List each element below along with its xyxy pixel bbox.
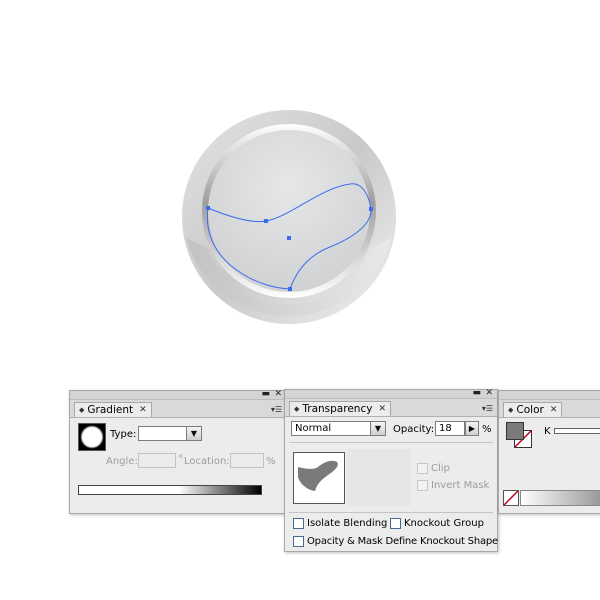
fill-stroke-swatches[interactable] bbox=[506, 422, 536, 452]
knockout-group-checkbox[interactable] bbox=[390, 518, 401, 529]
center-point[interactable] bbox=[287, 236, 291, 240]
gradient-panel: ▬ ✕ ◆ Gradient ✕ ▾☰ Type: ▼ Angle: ° Loc… bbox=[69, 390, 287, 514]
close-icon[interactable]: ✕ bbox=[274, 390, 282, 399]
fill-swatch[interactable] bbox=[506, 422, 524, 440]
transparency-tabbar: ◆ Transparency ✕ ▾☰ bbox=[285, 399, 497, 417]
clip-checkbox[interactable] bbox=[417, 463, 428, 474]
isolate-blending-label: Isolate Blending bbox=[307, 518, 388, 529]
gradient-swatch[interactable] bbox=[78, 423, 106, 451]
tab-transparency-label: Transparency bbox=[302, 403, 373, 415]
invert-mask-checkbox[interactable] bbox=[417, 480, 428, 491]
tab-transparency[interactable]: ◆ Transparency ✕ bbox=[289, 401, 391, 416]
glossy-button-artwork[interactable] bbox=[182, 110, 396, 324]
color-panel: ◆ Color ✕ K bbox=[498, 390, 600, 514]
location-label: Location: bbox=[184, 456, 230, 467]
gradient-type-select[interactable]: ▼ bbox=[138, 426, 202, 441]
anchor-point[interactable] bbox=[288, 287, 292, 291]
minimize-icon[interactable]: ▬ bbox=[472, 389, 481, 398]
close-tab-icon[interactable]: ✕ bbox=[139, 405, 147, 415]
chevron-right-icon[interactable]: ▶ bbox=[465, 421, 479, 436]
k-channel-slider[interactable] bbox=[554, 428, 600, 434]
tab-gradient-label: Gradient bbox=[87, 404, 134, 416]
gradient-slider-bar[interactable] bbox=[78, 485, 262, 495]
opacity-mask-knockout-label: Opacity & Mask Define Knockout Shape bbox=[307, 536, 498, 547]
angle-label: Angle: bbox=[106, 456, 138, 467]
divider bbox=[289, 442, 493, 443]
none-slash-icon bbox=[503, 490, 519, 506]
close-icon[interactable]: ✕ bbox=[485, 389, 493, 398]
anchor-point[interactable] bbox=[369, 207, 373, 211]
object-thumbnail[interactable] bbox=[293, 452, 345, 504]
blend-mode-select[interactable]: Normal ▼ bbox=[291, 421, 386, 436]
invert-mask-label: Invert Mask bbox=[431, 480, 490, 491]
color-tabbar: ◆ Color ✕ bbox=[499, 400, 600, 418]
blend-mode-value: Normal bbox=[295, 423, 332, 434]
chevron-down-icon[interactable]: ▼ bbox=[186, 427, 201, 440]
close-tab-icon[interactable]: ✕ bbox=[378, 404, 386, 414]
panel-menu-icon[interactable]: ▾☰ bbox=[482, 404, 493, 413]
clip-label: Clip bbox=[431, 463, 450, 474]
anchor-point[interactable] bbox=[264, 219, 268, 223]
minimize-icon[interactable]: ▬ bbox=[261, 390, 270, 399]
panel-title-strip[interactable]: ▬ ✕ bbox=[70, 390, 286, 400]
button-face bbox=[208, 130, 370, 292]
k-channel-label: K bbox=[544, 426, 551, 437]
chevron-down-icon[interactable]: ▼ bbox=[370, 422, 385, 435]
opacity-percent: % bbox=[482, 424, 492, 435]
transparency-panel: ▬ ✕ ◆ Transparency ✕ ▾☰ Normal ▼ Opacity… bbox=[284, 389, 498, 552]
angle-input[interactable] bbox=[138, 453, 176, 468]
opacity-value: 18 bbox=[439, 423, 452, 434]
panel-menu-icon[interactable]: ▾☰ bbox=[271, 405, 282, 414]
gradient-tabbar: ◆ Gradient ✕ ▾☰ bbox=[70, 400, 286, 418]
tab-color-label: Color bbox=[516, 404, 544, 416]
updown-arrows-icon: ◆ bbox=[508, 406, 514, 414]
opacity-label: Opacity: bbox=[393, 424, 435, 435]
opacity-mask-knockout-checkbox[interactable] bbox=[293, 536, 304, 547]
thumbnail-shape-icon bbox=[298, 460, 338, 491]
degree-symbol: ° bbox=[178, 454, 183, 465]
mask-thumbnail-area[interactable] bbox=[347, 449, 411, 506]
tab-gradient[interactable]: ◆ Gradient ✕ bbox=[74, 402, 152, 417]
none-color-swatch[interactable] bbox=[503, 490, 519, 506]
panel-title-strip[interactable]: ▬ ✕ bbox=[285, 389, 497, 399]
updown-arrows-icon: ◆ bbox=[294, 405, 300, 413]
color-spectrum-ramp[interactable] bbox=[520, 490, 600, 506]
opacity-input[interactable]: 18 bbox=[435, 421, 465, 436]
panel-title-strip[interactable] bbox=[499, 391, 600, 400]
location-percent: % bbox=[266, 456, 276, 467]
type-label: Type: bbox=[110, 429, 137, 440]
knockout-group-label: Knockout Group bbox=[404, 518, 484, 529]
location-input[interactable] bbox=[230, 453, 264, 468]
close-tab-icon[interactable]: ✕ bbox=[550, 405, 558, 415]
divider bbox=[289, 512, 493, 513]
isolate-blending-checkbox[interactable] bbox=[293, 518, 304, 529]
tab-color[interactable]: ◆ Color ✕ bbox=[503, 402, 563, 417]
anchor-point[interactable] bbox=[206, 206, 210, 210]
updown-arrows-icon: ◆ bbox=[79, 406, 85, 414]
artboard-canvas[interactable] bbox=[0, 0, 600, 380]
